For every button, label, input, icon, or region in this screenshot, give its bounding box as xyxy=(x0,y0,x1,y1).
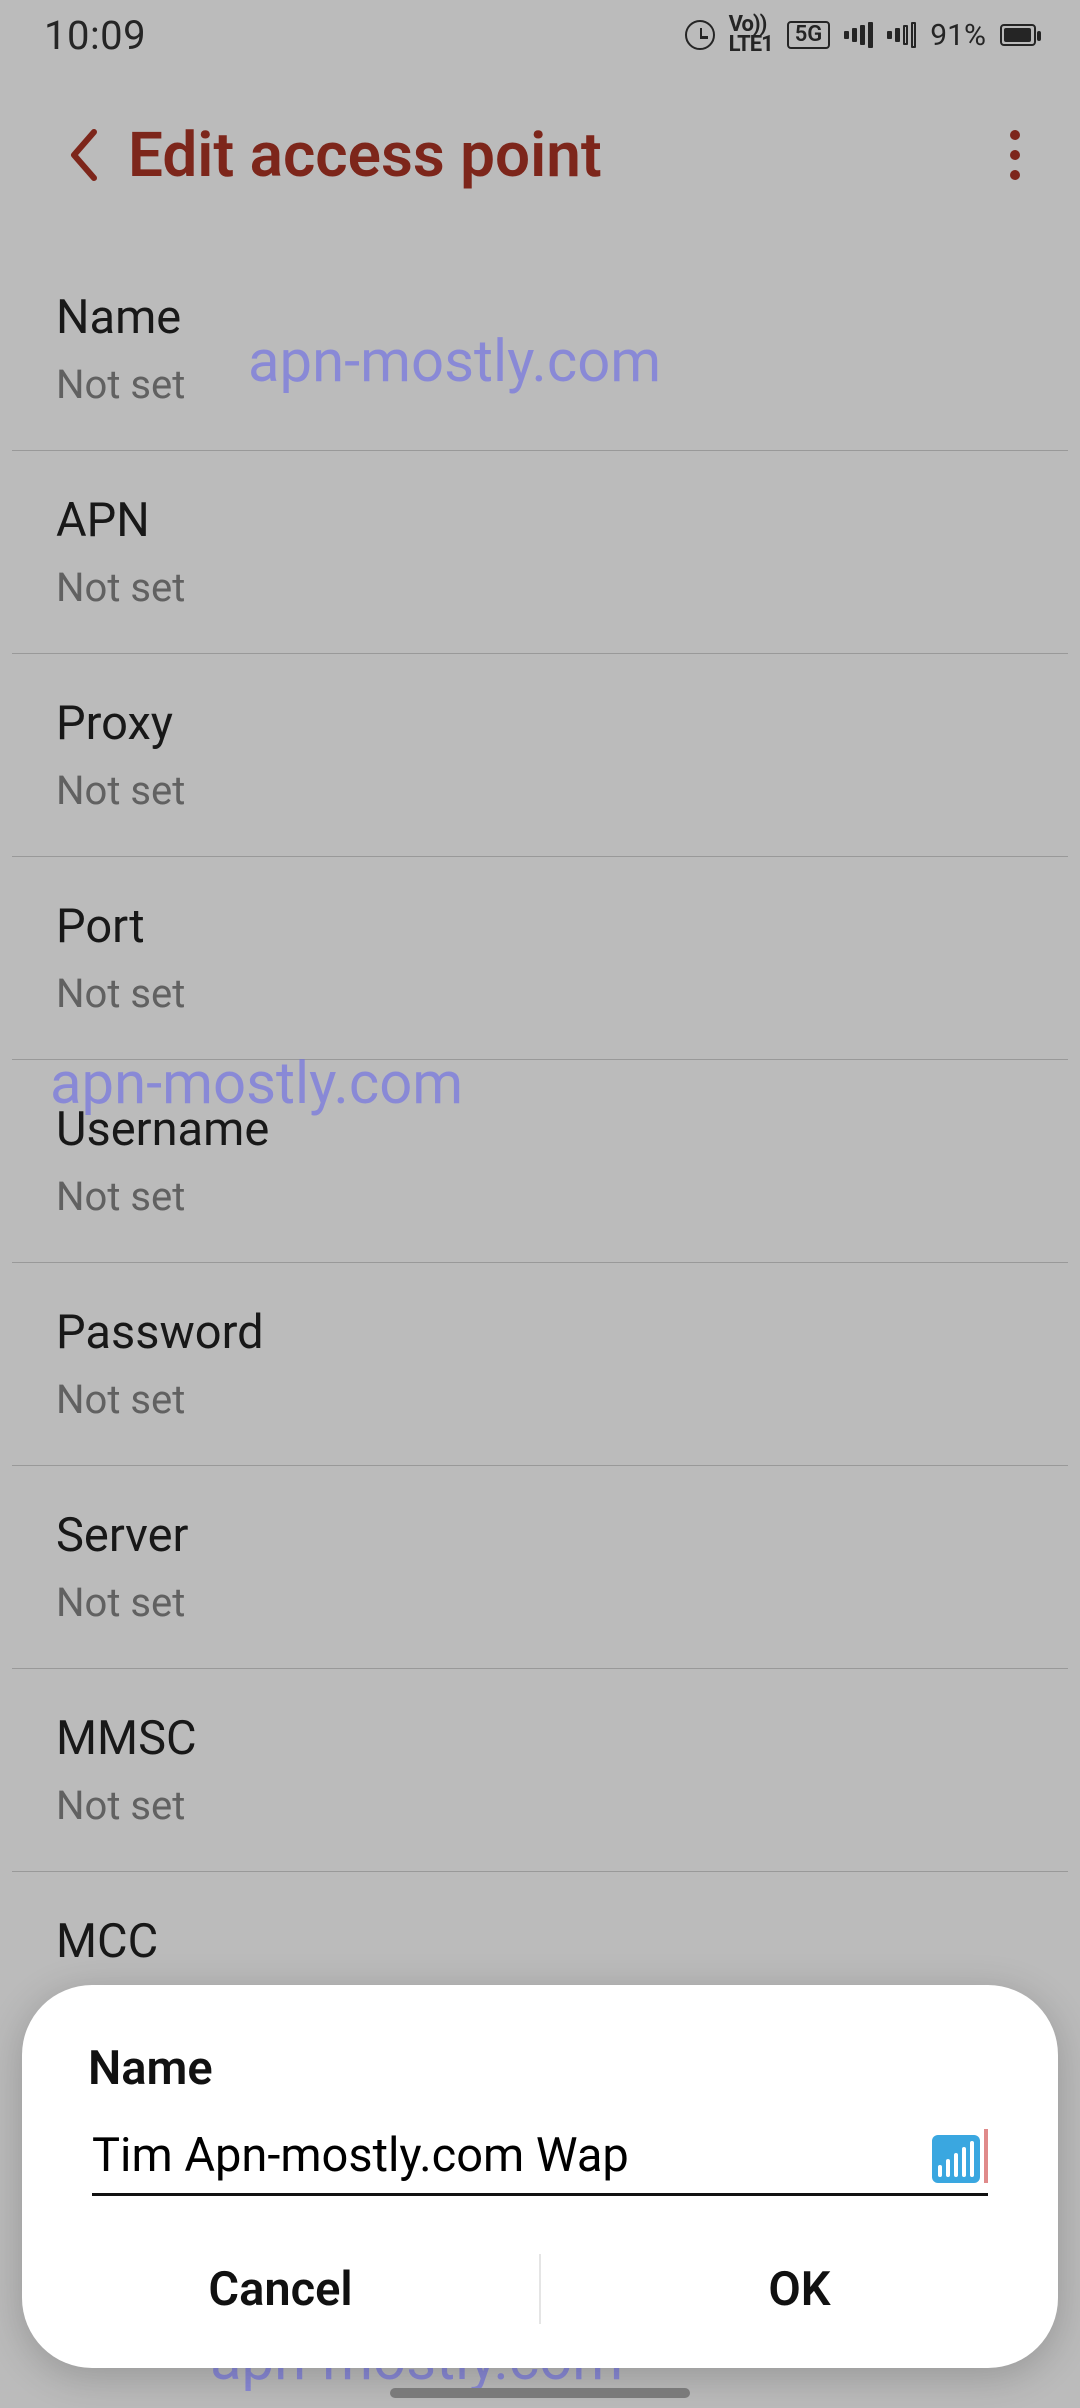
dialog-title: Name xyxy=(22,2041,1058,2128)
cancel-button[interactable]: Cancel xyxy=(22,2226,539,2352)
edit-name-dialog: Name Cancel OK xyxy=(22,1985,1058,2368)
home-indicator[interactable] xyxy=(390,2388,690,2398)
dialog-input-wrap[interactable] xyxy=(92,2128,988,2196)
name-input[interactable] xyxy=(92,2128,928,2183)
dialog-actions: Cancel OK xyxy=(22,2226,1058,2352)
ok-button[interactable]: OK xyxy=(541,2226,1058,2352)
signal-strength-emoji-icon xyxy=(932,2135,980,2183)
text-cursor xyxy=(984,2129,988,2183)
